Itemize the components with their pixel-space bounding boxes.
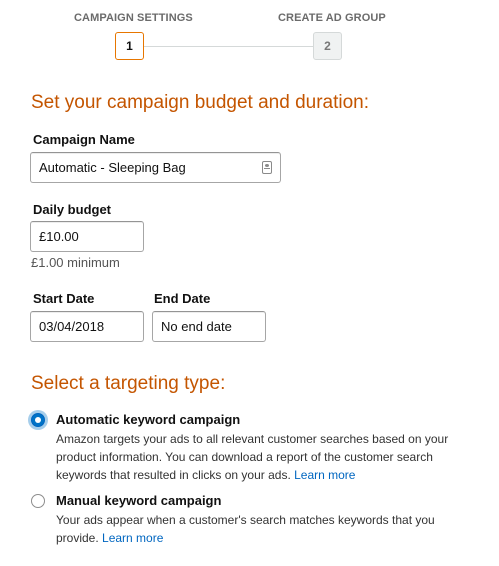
step-1-indicator[interactable]: 1 [115, 32, 144, 60]
manual-desc-line-2-text: provide. [56, 531, 103, 545]
step-2-number: 2 [324, 39, 331, 53]
end-date-input[interactable]: No end date [152, 311, 266, 342]
contact-card-icon[interactable] [262, 161, 272, 174]
start-date-label: Start Date [33, 291, 95, 306]
campaign-name-value: Automatic - Sleeping Bag [39, 160, 186, 175]
manual-learn-more-link[interactable]: Learn more [102, 531, 163, 545]
automatic-desc-line-1: Amazon targets your ads to all relevant … [56, 432, 449, 446]
start-date-value: 03/04/2018 [39, 319, 105, 334]
step-2-indicator[interactable]: 2 [313, 32, 342, 60]
daily-budget-hint: £1.00 minimum [31, 255, 120, 270]
stepper-connector [144, 46, 313, 47]
manual-desc-line-1: Your ads appear when a customer's search… [56, 513, 435, 527]
start-date-input[interactable]: 03/04/2018 [30, 311, 144, 342]
manual-campaign-description: Your ads appear when a customer's search… [56, 511, 496, 547]
automatic-learn-more-link[interactable]: Learn more [294, 468, 355, 482]
end-date-label: End Date [154, 291, 211, 306]
manual-campaign-radio[interactable] [31, 494, 45, 508]
step-2-label: CREATE AD GROUP [278, 12, 386, 24]
automatic-desc-line-2: product information. You can download a … [56, 450, 433, 464]
daily-budget-label: Daily budget [33, 202, 112, 217]
step-1-number: 1 [126, 39, 133, 53]
automatic-campaign-radio[interactable] [31, 413, 45, 427]
manual-desc-line-2: provide. Learn more [56, 529, 496, 547]
campaign-name-input[interactable]: Automatic - Sleeping Bag [30, 152, 281, 183]
step-1-label: CAMPAIGN SETTINGS [74, 12, 193, 24]
end-date-value: No end date [161, 319, 232, 334]
budget-section-title: Set your campaign budget and duration: [31, 92, 370, 113]
automatic-desc-line-3-text: keywords that resulted in clicks on your… [56, 468, 295, 482]
automatic-campaign-description: Amazon targets your ads to all relevant … [56, 430, 496, 484]
automatic-desc-line-3: keywords that resulted in clicks on your… [56, 466, 496, 484]
manual-campaign-title[interactable]: Manual keyword campaign [56, 493, 221, 508]
campaign-name-label: Campaign Name [33, 132, 135, 147]
daily-budget-input[interactable]: £10.00 [30, 221, 144, 252]
targeting-section-title: Select a targeting type: [31, 373, 226, 394]
automatic-campaign-title[interactable]: Automatic keyword campaign [56, 412, 240, 427]
daily-budget-value: £10.00 [39, 229, 79, 244]
